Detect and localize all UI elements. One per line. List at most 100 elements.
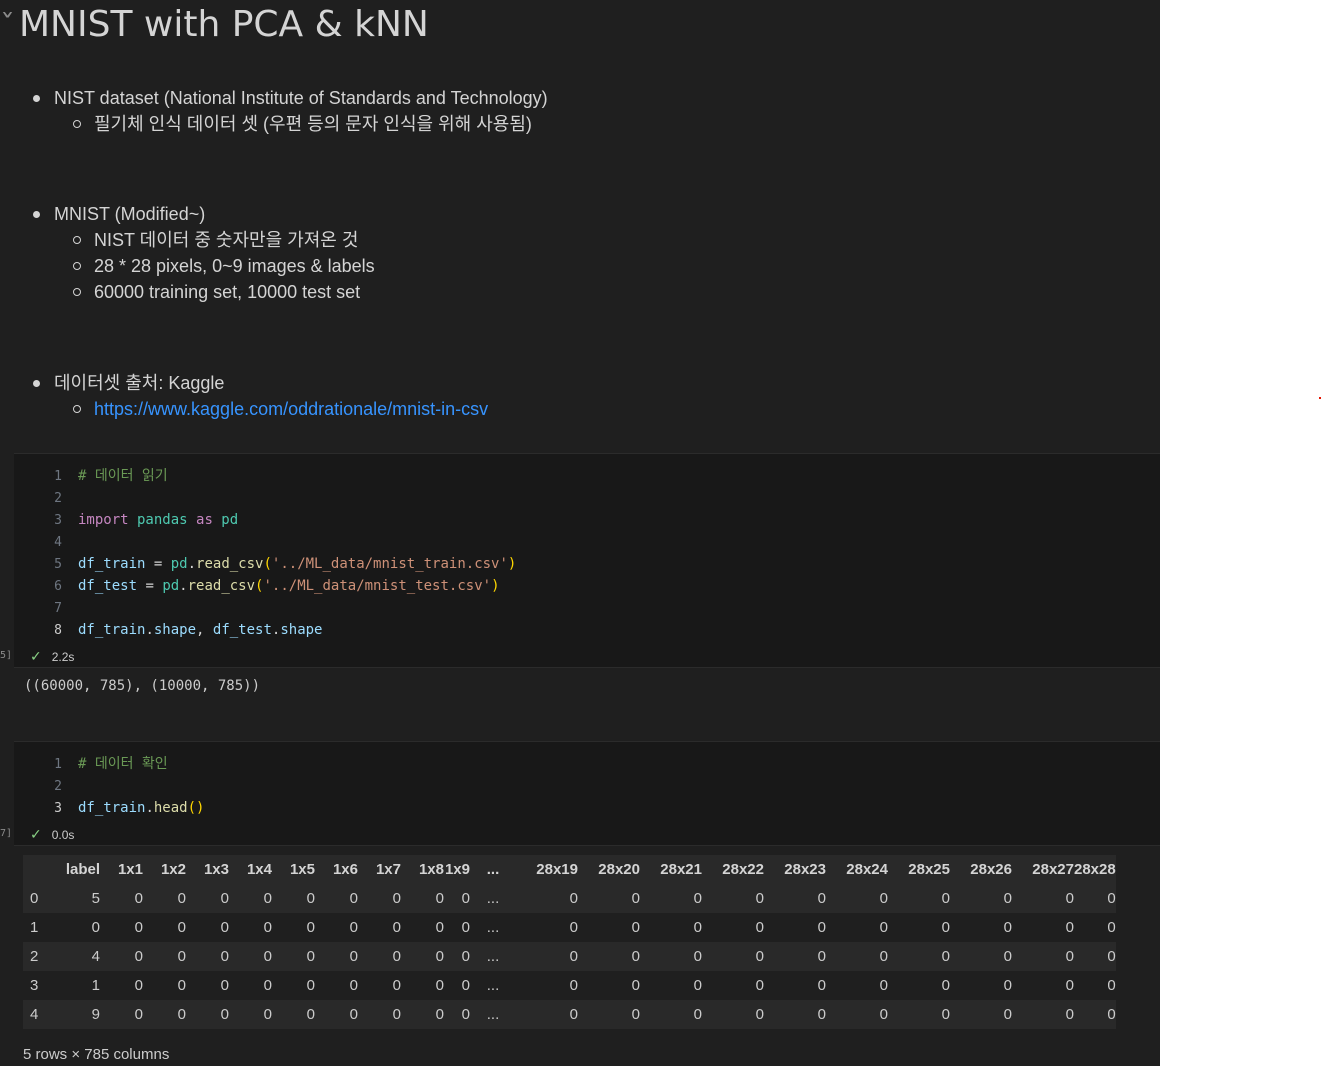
- bullet-item: MNIST (Modified~): [32, 201, 375, 227]
- line-number: 2: [54, 779, 62, 794]
- code-line[interactable]: 2: [14, 775, 78, 797]
- code-source: df_train.head(): [78, 800, 204, 816]
- column-header: 1x9: [444, 855, 470, 884]
- code-source: df_train.shape, df_test.shape: [78, 622, 323, 638]
- table-cell: 9: [59, 1000, 100, 1029]
- code-token: .: [145, 622, 154, 638]
- row-index: 4: [23, 1000, 59, 1029]
- table-cell: 0: [143, 1000, 186, 1029]
- table-cell: 0: [349, 977, 358, 994]
- code-line[interactable]: 1 # 데이터 확인: [14, 753, 168, 775]
- table-cell: 0: [569, 977, 578, 994]
- table-cell: 0: [392, 977, 401, 994]
- table-cell: 0: [941, 919, 950, 936]
- table-cell: 0: [272, 942, 315, 971]
- table-cell: 0: [229, 942, 272, 971]
- table-cell: 0: [358, 1000, 401, 1029]
- table-cell: 0: [220, 919, 229, 936]
- table-cell: 0: [461, 919, 470, 936]
- table-cell: 0: [349, 919, 358, 936]
- table-cell: 0: [272, 884, 315, 913]
- column-header: 1x5: [272, 855, 315, 884]
- table-cell: ...: [486, 977, 500, 994]
- code-token: pandas: [128, 512, 197, 528]
- code-token: .: [179, 578, 188, 594]
- table-cell: 0: [186, 884, 229, 913]
- table-cell: 0: [444, 942, 470, 971]
- table-cell: 0: [220, 977, 229, 994]
- column-header: 28x26: [950, 855, 1012, 884]
- cell-status: ✓ 2.2s: [30, 648, 74, 664]
- red-marker: [1319, 397, 1321, 399]
- code-token: (: [263, 556, 272, 572]
- code-line[interactable]: 8 df_train.shape, df_test.shape: [14, 619, 323, 641]
- code-line[interactable]: 3 import pandas as pd: [14, 509, 238, 531]
- column-header: 1x6: [315, 855, 358, 884]
- execution-count: 7]: [0, 828, 13, 839]
- table-cell: 0: [888, 1000, 950, 1029]
- table-cell: 0: [1074, 1000, 1116, 1029]
- code-source: df_test = pd.read_csv('../ML_data/mnist_…: [78, 578, 500, 594]
- row-index: 2: [23, 942, 59, 971]
- code-token: ): [507, 556, 517, 572]
- code-token: pd: [162, 578, 180, 594]
- table-cell: 0: [631, 919, 640, 936]
- column-header: 28x23: [764, 855, 826, 884]
- table-cell: 0: [693, 977, 702, 994]
- code-token: # 데이터 읽기: [78, 468, 168, 484]
- code-line[interactable]: 2: [14, 487, 78, 509]
- table-cell: 0: [186, 942, 229, 971]
- table-cell: ...: [470, 884, 516, 913]
- code-token: as: [196, 512, 213, 528]
- column-header: 1x1: [100, 855, 143, 884]
- table-cell: 0: [461, 977, 470, 994]
- code-token: df_test: [78, 578, 138, 594]
- code-line[interactable]: 5 df_train = pd.read_csv('../ML_data/mnis…: [14, 553, 516, 575]
- table-cell: 1: [91, 977, 100, 994]
- table-row: 4 9 0 0 0 0 0 0 0 0 0... 0 0 0 0 0 0 0 0 0 0: [23, 1000, 1116, 1029]
- table-row: 2 4 0 0 0 0 0 0 0 0 0... 0 0 0 0 0 0 0 0 0 0: [23, 942, 1116, 971]
- collapse-caret-icon[interactable]: ˇ: [0, 9, 15, 44]
- table-cell: 0: [1074, 884, 1116, 913]
- code-token: shape: [153, 622, 197, 638]
- code-cell-check-data[interactable]: 1 # 데이터 확인 2 3 df_train.head() ✓ 0.0s: [14, 741, 1160, 846]
- table-cell: 0: [817, 977, 826, 994]
- code-cell-read-data[interactable]: 1 # 데이터 읽기 2 3 import pandas as pd 4 5 df_train…: [14, 453, 1160, 668]
- table-cell: 0: [1107, 977, 1116, 994]
- table-cell: 0: [401, 942, 444, 971]
- table-row: 3 1 0 0 0 0 0 0 0 0 0... 0 0 0 0 0 0 0 0 0 0: [23, 971, 1116, 1000]
- sub-bullet-item: NIST 데이터 중 숫자만을 가져온 것: [32, 227, 375, 253]
- code-token: df_train: [78, 622, 146, 638]
- table-cell: 0: [764, 942, 826, 971]
- table-cell: 0: [764, 1000, 826, 1029]
- column-header: 28x20: [578, 855, 640, 884]
- table-row: 1 0 0 0 0 0 0 0 0 0 0... 0 0 0 0 0 0 0 0 0 0: [23, 913, 1116, 942]
- kaggle-link[interactable]: https://www.kaggle.com/oddrationale/mnis…: [94, 399, 488, 419]
- table-cell: 0: [950, 884, 1012, 913]
- code-line[interactable]: 3 df_train.head(): [14, 797, 204, 819]
- bullet-item: 데이터셋 출처: Kaggle: [32, 370, 488, 396]
- table-cell: 0: [578, 884, 640, 913]
- code-line[interactable]: 7: [14, 597, 78, 619]
- table-cell: 0: [315, 942, 358, 971]
- line-number: 5: [54, 557, 62, 572]
- code-line[interactable]: 1 # 데이터 읽기: [14, 465, 168, 487]
- notebook-editor: ˇ MNIST with PCA & kNN NIST dataset (Nati…: [0, 0, 1160, 1066]
- table-cell: 0: [315, 884, 358, 913]
- table-cell: 0: [755, 977, 764, 994]
- line-number: 6: [54, 579, 62, 594]
- column-header: 28x25: [888, 855, 950, 884]
- code-token: df_train: [78, 556, 146, 572]
- table-cell: 0: [1065, 977, 1074, 994]
- table-cell: 0: [578, 1000, 640, 1029]
- table-cell: 0: [755, 919, 764, 936]
- table-cell: 0: [401, 1000, 444, 1029]
- table-cell: 0: [229, 884, 272, 913]
- table-cell: 0: [1012, 884, 1074, 913]
- code-line[interactable]: 4: [14, 531, 78, 553]
- code-token: head: [153, 800, 188, 816]
- code-token: pd: [212, 512, 239, 528]
- table-cell: 0: [693, 919, 702, 936]
- table-cell: 0: [134, 919, 143, 936]
- code-line[interactable]: 6 df_test = pd.read_csv('../ML_data/mnist…: [14, 575, 500, 597]
